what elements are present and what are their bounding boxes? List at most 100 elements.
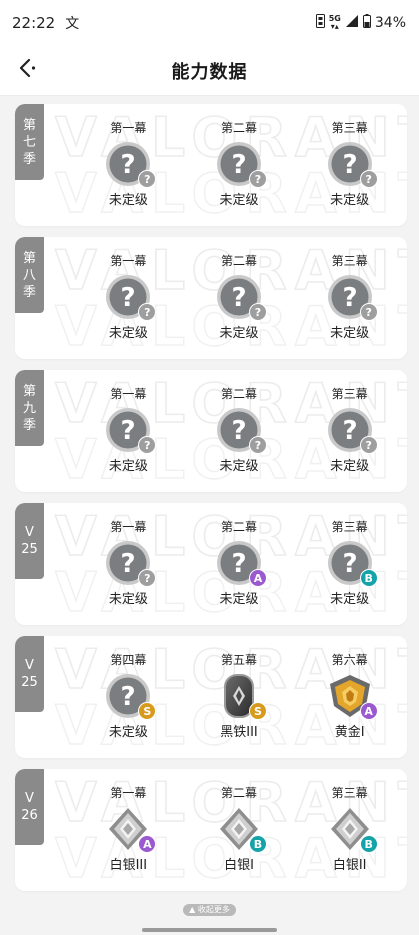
act-title: 第三幕 [331, 387, 368, 401]
season-list[interactable]: VALORANT VALORANT 第七季第一幕?? 未定级 第二幕?? 未定级 第三幕??… [0, 96, 419, 908]
collapse-label: 收起更多 [197, 905, 230, 914]
performance-grade-badge: ? [249, 303, 267, 321]
unranked-icon: ?? [104, 539, 157, 587]
season-card[interactable]: VALORANT VALORANT V 26 第一幕 A 白银III 第二幕 B 白银I 第三幕 B 白… [15, 769, 407, 891]
act-row: 第一幕 A 白银III 第二幕 B 白银I 第三幕 B 白银II [73, 785, 405, 885]
rank-label: 未定级 [219, 193, 259, 208]
rank-label: 黑铁III [220, 725, 258, 740]
act-title: 第五幕 [221, 653, 258, 667]
act-item[interactable]: 第五幕 S 黑铁III [184, 652, 295, 752]
silver-rank-icon: A [104, 805, 157, 853]
notification-icon: 文 [65, 16, 80, 32]
act-item[interactable]: 第一幕?? 未定级 [73, 519, 184, 619]
season-card[interactable]: VALORANT VALORANT 第七季第一幕?? 未定级 第二幕?? 未定级 第三幕??… [15, 104, 407, 226]
rank-label: 未定级 [330, 459, 370, 474]
performance-grade-badge: B [359, 569, 378, 587]
act-item[interactable]: 第三幕? B 未定级 [294, 519, 405, 619]
act-item[interactable]: 第一幕?? 未定级 [73, 253, 184, 353]
status-bar: 22:22 文 5G ▾▴ 34% [0, 0, 419, 46]
unranked-icon: ? B [326, 539, 378, 587]
svg-text:?: ? [121, 549, 136, 579]
unranked-icon: ? A [215, 539, 267, 587]
act-item[interactable]: 第三幕?? 未定级 [294, 386, 405, 486]
act-title: 第一幕 [110, 387, 147, 401]
svg-text:?: ? [231, 416, 246, 446]
season-tab-label: V 26 [21, 791, 38, 823]
act-title: 第二幕 [221, 387, 258, 401]
season-tab-label: V 25 [21, 525, 38, 557]
unranked-icon: ?? [104, 406, 157, 454]
svg-text:?: ? [121, 416, 136, 446]
rank-label: 未定级 [219, 326, 259, 341]
season-tab: V 25 [15, 636, 44, 712]
season-card[interactable]: VALORANT VALORANT 第九季第一幕?? 未定级 第二幕?? 未定级 第三幕??… [15, 370, 407, 492]
performance-grade-badge: ? [138, 436, 157, 454]
performance-grade-badge: ? [249, 436, 267, 454]
gold-rank-icon: A [326, 672, 378, 720]
unranked-icon: ?? [215, 273, 267, 321]
season-tab: 第七季 [15, 104, 44, 180]
act-item[interactable]: 第二幕?? 未定级 [184, 120, 295, 220]
clock: 22:22 [12, 14, 56, 32]
act-item[interactable]: 第二幕? A 未定级 [184, 519, 295, 619]
svg-text:?: ? [342, 150, 357, 180]
svg-text:?: ? [231, 283, 246, 313]
act-title: 第一幕 [110, 121, 147, 135]
season-tab-label: V 25 [21, 658, 38, 690]
svg-text:?: ? [342, 416, 357, 446]
act-item[interactable]: 第一幕?? 未定级 [73, 120, 184, 220]
act-item[interactable]: 第二幕?? 未定级 [184, 386, 295, 486]
svg-text:?: ? [342, 549, 357, 579]
nav-bar: 能力数据 [0, 46, 419, 96]
rank-label: 未定级 [330, 326, 370, 341]
season-tab: 第八季 [15, 237, 44, 313]
act-title: 第六幕 [331, 653, 368, 667]
act-row: 第一幕?? 未定级 第二幕?? 未定级 第三幕?? 未定级 [73, 120, 405, 220]
collapse-button[interactable]: ▲ 收起更多 [183, 904, 236, 916]
network-type: 5G ▾▴ [328, 14, 341, 31]
iron-rank-icon: S [215, 672, 267, 720]
collapse-up-icon: ▲ [189, 905, 196, 914]
collapse-bar: ▲ 收起更多 [0, 904, 419, 916]
act-row: 第一幕?? 未定级 第二幕? A 未定级 第三幕? B 未定级 [73, 519, 405, 619]
back-arrow-icon [16, 57, 38, 83]
act-title: 第四幕 [110, 653, 147, 667]
performance-grade-badge: A [249, 569, 267, 587]
season-card[interactable]: VALORANT VALORANT V 25 第四幕? S 未定级 第五幕 S 黑铁III 第六幕 A… [15, 636, 407, 758]
page-title: 能力数据 [171, 61, 248, 83]
season-card[interactable]: VALORANT VALORANT V 25 第一幕?? 未定级 第二幕? A 未定级 第三幕? B… [15, 503, 407, 625]
act-item[interactable]: 第四幕? S 未定级 [73, 652, 184, 752]
unranked-icon: ?? [104, 273, 157, 321]
season-tab-label: 第八季 [22, 250, 36, 300]
home-indicator[interactable] [142, 928, 277, 932]
act-title: 第二幕 [221, 786, 258, 800]
act-item[interactable]: 第六幕 A 黄金I [294, 652, 405, 752]
unranked-icon: ?? [104, 140, 157, 188]
act-item[interactable]: 第三幕?? 未定级 [294, 253, 405, 353]
performance-grade-badge: B [359, 835, 378, 853]
act-item[interactable]: 第二幕?? 未定级 [184, 253, 295, 353]
act-item[interactable]: 第一幕?? 未定级 [73, 386, 184, 486]
act-title: 第三幕 [331, 520, 368, 534]
act-item[interactable]: 第三幕 B 白银II [294, 785, 405, 885]
act-item[interactable]: 第三幕?? 未定级 [294, 120, 405, 220]
act-row: 第一幕?? 未定级 第二幕?? 未定级 第三幕?? 未定级 [73, 386, 405, 486]
rank-label: 黄金I [334, 725, 365, 740]
act-item[interactable]: 第二幕 B 白银I [184, 785, 295, 885]
season-card[interactable]: VALORANT VALORANT 第八季第一幕?? 未定级 第二幕?? 未定级 第三幕??… [15, 237, 407, 359]
rank-label: 未定级 [330, 592, 370, 607]
act-item[interactable]: 第一幕 A 白银III [73, 785, 184, 885]
unranked-icon: ?? [326, 273, 378, 321]
back-button[interactable] [12, 55, 42, 85]
season-tab-label: 第九季 [22, 383, 36, 433]
season-tab-label: 第七季 [22, 117, 36, 167]
season-tab: V 25 [15, 503, 44, 579]
unranked-icon: ? S [104, 672, 157, 720]
act-title: 第二幕 [221, 254, 258, 268]
performance-grade-badge: ? [138, 569, 157, 587]
rank-label: 未定级 [108, 326, 148, 341]
unranked-icon: ?? [326, 140, 378, 188]
svg-text:?: ? [231, 549, 246, 579]
rank-label: 未定级 [108, 592, 148, 607]
unranked-icon: ?? [326, 406, 378, 454]
